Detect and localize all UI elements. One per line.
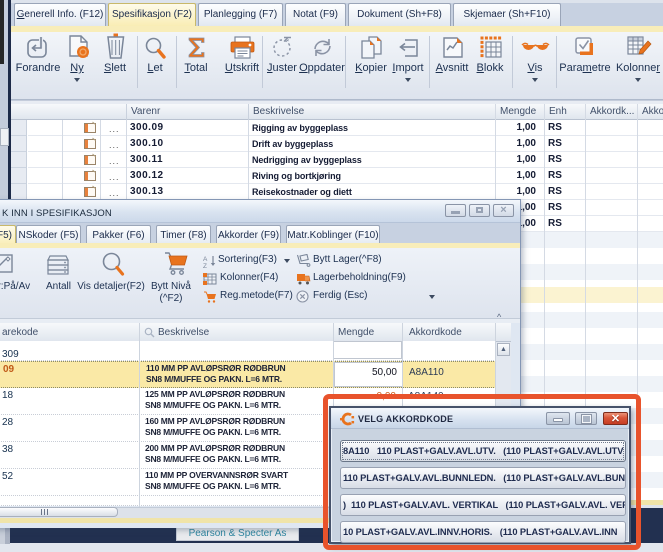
svg-text:Z: Z — [203, 263, 207, 268]
svg-text:A: A — [203, 256, 208, 263]
